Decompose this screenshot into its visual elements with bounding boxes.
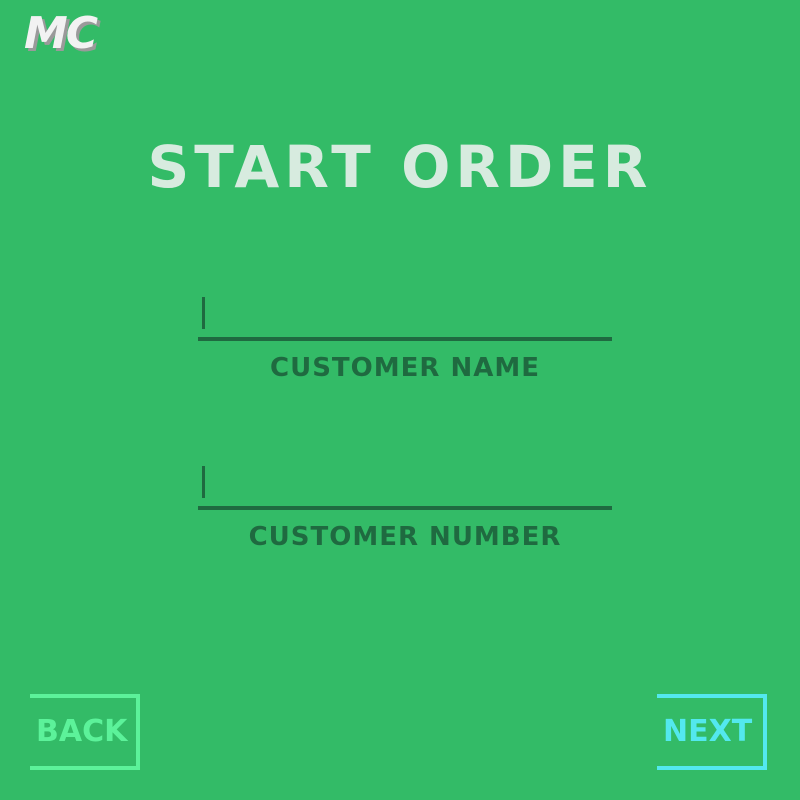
customer-number-field[interactable]: CUSTOMER NUMBER xyxy=(198,466,612,550)
text-caret xyxy=(202,466,205,498)
app-logo: MC xyxy=(24,8,98,59)
text-caret xyxy=(202,297,205,329)
back-button[interactable]: BACK xyxy=(30,694,140,770)
customer-name-label: CUSTOMER NAME xyxy=(270,353,540,383)
back-button-label: BACK xyxy=(36,714,128,749)
page-title: START ORDER xyxy=(147,133,653,201)
next-button[interactable]: NEXT xyxy=(657,694,767,770)
customer-number-label: CUSTOMER NUMBER xyxy=(248,522,562,552)
customer-name-input[interactable] xyxy=(198,297,612,341)
customer-name-field[interactable]: CUSTOMER NAME xyxy=(198,297,612,381)
next-button-label: NEXT xyxy=(663,714,753,749)
customer-number-input[interactable] xyxy=(198,466,612,510)
